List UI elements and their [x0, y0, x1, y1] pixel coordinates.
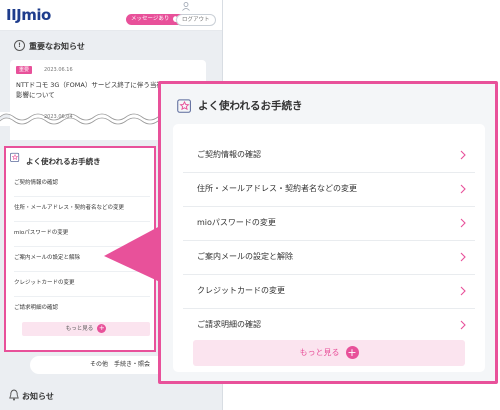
news-date-2: 2023.06.04: [44, 114, 73, 120]
faq-item-mail-settings[interactable]: ご案内メールの設定と解除: [183, 240, 475, 275]
site-logo[interactable]: IIJmio: [6, 6, 51, 24]
faq-item-address-change[interactable]: 住所・メールアドレス・契約者名などの変更: [183, 172, 475, 207]
star-icon: [177, 98, 191, 113]
chevron-right-icon: [460, 320, 466, 330]
faq-item-billing[interactable]: ご請求明細の確認: [14, 296, 150, 321]
star-icon: [10, 152, 20, 162]
faq-item-contract-info[interactable]: ご契約情報の確認: [14, 171, 150, 197]
plus-icon: +: [97, 324, 107, 333]
faq-item-label: mioパスワードの変更: [197, 218, 276, 227]
logout-button[interactable]: ログアウト: [176, 14, 216, 26]
chevron-right-icon: [460, 218, 466, 228]
faq-title-small: よく使われるお手続き: [26, 157, 101, 166]
show-more-button-small[interactable]: もっと見る +: [22, 322, 150, 336]
faq-item-label: ご請求明細の確認: [197, 320, 261, 329]
faq-item-label: クレジットカードの変更: [197, 286, 285, 295]
faq-item-credit-card[interactable]: クレジットカードの変更: [183, 274, 475, 309]
site-header: IIJmio メッセージあり 10 ログアウト: [0, 0, 222, 31]
faq-item-address-change[interactable]: 住所・メールアドレス・契約者名などの変更: [14, 196, 150, 222]
faq-item-label: ご案内メールの設定と解除: [197, 252, 293, 261]
plus-icon: +: [345, 346, 359, 359]
faq-item-label: ご契約情報の確認: [197, 150, 261, 159]
faq-item-label: クレジットカードの変更: [14, 280, 75, 286]
faq-item-mail-settings[interactable]: ご案内メールの設定と解除: [14, 246, 150, 272]
faq-item-contract-info[interactable]: ご契約情報の確認: [183, 138, 475, 173]
notices-title: お知らせ: [22, 392, 54, 401]
faq-item-label: ご請求明細の確認: [14, 305, 59, 311]
faq-item-label: ご案内メールの設定と解除: [14, 255, 81, 261]
faq-list: ご契約情報の確認 住所・メールアドレス・契約者名などの変更 mioパスワードの変…: [173, 124, 485, 372]
faq-header: よく使われるお手続き: [177, 96, 302, 114]
chevron-right-icon: [460, 150, 466, 160]
faq-title: よく使われるお手続き: [198, 99, 303, 112]
faq-item-credit-card[interactable]: クレジットカードの変更: [14, 271, 150, 297]
faq-item-label: 住所・メールアドレス・契約者名などの変更: [14, 205, 125, 211]
user-icon: [182, 2, 190, 11]
info-icon: !: [14, 40, 25, 51]
show-more-button[interactable]: もっと見る +: [193, 340, 465, 366]
faq-item-password-change[interactable]: mioパスワードの変更: [14, 221, 150, 247]
faq-item-label: ご契約情報の確認: [14, 180, 59, 186]
faq-item-label: mioパスワードの変更: [14, 230, 69, 236]
faq-zoom-callout: よく使われるお手続き ご契約情報の確認 住所・メールアドレス・契約者名などの変更…: [158, 81, 498, 384]
chevron-right-icon: [460, 184, 466, 194]
chevron-right-icon: [460, 286, 466, 296]
faq-item-billing[interactable]: ご請求明細の確認: [183, 308, 475, 342]
faq-section-small: よく使われるお手続き ご契約情報の確認 住所・メールアドレス・契約者名などの変更…: [4, 146, 156, 352]
important-notices-title: 重要なお知らせ: [29, 42, 85, 51]
faq-item-password-change[interactable]: mioパスワードの変更: [183, 206, 475, 241]
important-badge: 重要: [16, 66, 33, 74]
news-date: 2023.06.16: [44, 67, 73, 73]
bell-icon: [9, 389, 19, 401]
faq-item-label: 住所・メールアドレス・契約者名などの変更: [197, 184, 357, 193]
show-more-label: もっと見る: [65, 326, 94, 332]
show-more-label: もっと見る: [299, 348, 340, 357]
chevron-right-icon: [460, 252, 466, 262]
message-button-label: メッセージあり: [131, 16, 170, 22]
